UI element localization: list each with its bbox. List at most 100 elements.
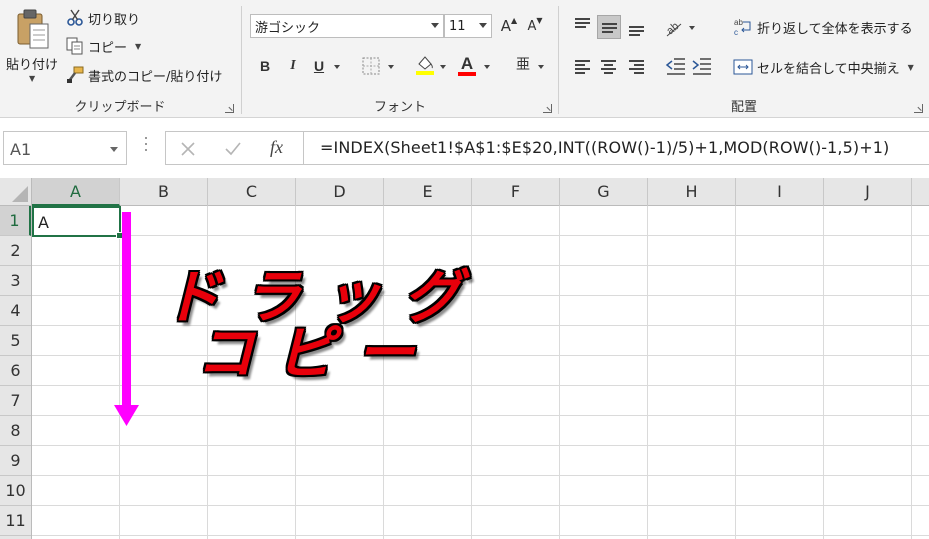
svg-text:ab: ab [734,18,743,27]
grid-row-line [32,415,929,416]
enter-icon[interactable] [224,141,242,157]
row-header-4[interactable]: 4 [0,296,31,326]
dialog-launcher-icon[interactable] [225,104,234,113]
shrink-font-button[interactable]: A ▼ [524,14,546,38]
italic-label: I [290,58,296,73]
format-painter-label: 書式のコピー/貼り付け [88,69,223,85]
grid-column-line [471,206,472,539]
column-header-c[interactable]: C [208,178,296,206]
align-left-button[interactable] [571,54,595,78]
wrap-text-label: 折り返して全体を表示する [757,21,913,37]
font-size-value: 11 [449,18,466,34]
column-header-f[interactable]: F [472,178,560,206]
top-align-button[interactable] [571,15,595,39]
phonetic-button[interactable]: 亜 [512,54,534,78]
select-all-button[interactable] [0,178,32,206]
column-header-d[interactable]: D [296,178,384,206]
font-group: 游ゴシック 11 A ▲ A ▼ B I U A 亜 フォント [242,0,558,118]
alignment-group-label: 配置 [730,100,757,115]
copy-label: コピー [88,40,128,56]
alignment-group: ab ab c 折り返して全体を表示する セルを結合して中央揃え ▼ 配置 [559,0,929,118]
column-header-i[interactable]: I [736,178,824,206]
border-icon[interactable] [362,57,380,75]
fill-color-icon[interactable] [414,54,436,76]
row-header-10[interactable]: 10 [0,476,31,506]
middle-align-button[interactable] [597,15,621,39]
merge-center-label: セルを結合して中央揃え [757,61,900,77]
column-header-e[interactable]: E [384,178,472,206]
copy-icon [66,37,83,55]
paintbrush-icon [67,66,84,83]
row-header-11[interactable]: 11 [0,506,31,536]
row-header-6[interactable]: 6 [0,356,31,386]
decrease-indent-icon[interactable] [665,55,687,77]
grid-column-line [383,206,384,539]
underline-label: U [313,58,325,74]
row-header-8[interactable]: 8 [0,416,31,446]
column-header-g[interactable]: G [560,178,648,206]
fill-handle[interactable] [116,232,123,239]
column-header-a[interactable]: A [32,178,120,206]
row-header-1[interactable]: 1 [0,206,31,236]
font-size-select[interactable]: 11 [444,14,492,38]
grip-icon[interactable] [145,137,148,157]
row-header-7[interactable]: 7 [0,386,31,416]
chevron-down-icon[interactable]: ▼ [29,74,35,83]
increase-indent-icon[interactable] [691,55,713,77]
grid-column-line [823,206,824,539]
chevron-down-icon [431,23,439,28]
clipboard-group-label: クリップボード [74,100,166,115]
chevron-down-icon[interactable] [689,26,695,30]
chevron-down-icon[interactable] [484,65,490,69]
font-group-label: フォント [373,100,426,115]
chevron-down-icon[interactable] [334,65,340,69]
paste-button[interactable]: 貼り付け ▼ [4,4,60,88]
active-cell-a1[interactable]: A [32,206,121,237]
align-center-button[interactable] [597,54,621,78]
grid-column-line [559,206,560,539]
cell-area[interactable]: A [32,206,929,539]
font-color-button[interactable]: A [456,54,478,78]
wrap-text-icon: ab c [734,18,751,37]
copy-button[interactable]: コピー ▼ [66,35,141,57]
column-header-h[interactable]: H [648,178,736,206]
bold-label: B [259,58,271,74]
italic-button[interactable]: I [282,54,304,78]
format-painter-button[interactable]: 書式のコピー/貼り付け [66,64,222,86]
align-right-button[interactable] [625,54,649,78]
grid-column-line [647,206,648,539]
row-header-5[interactable]: 5 [0,326,31,356]
bold-button[interactable]: B [254,54,276,78]
chevron-down-icon[interactable]: ▼ [908,63,914,72]
ribbon: 貼り付け ▼ 切り取り コピー ▼ 書式のコピー/貼り付け クリップボード 游ゴ… [0,0,929,118]
dialog-launcher-icon[interactable] [543,104,552,113]
chevron-down-icon[interactable] [440,65,446,69]
orientation-icon[interactable]: ab [663,16,685,38]
cancel-icon[interactable] [180,141,196,157]
column-header-b[interactable]: B [120,178,208,206]
bottom-align-button[interactable] [625,15,649,39]
name-box[interactable]: A1 [3,131,127,165]
cut-button[interactable]: 切り取り [66,7,140,29]
grow-font-button[interactable]: A ▲ [498,14,520,38]
wrap-text-button[interactable]: ab c 折り返して全体を表示する [733,15,913,39]
row-header-3[interactable]: 3 [0,266,31,296]
chevron-down-icon[interactable] [110,147,118,152]
grid-row-line [32,295,929,296]
chevron-down-icon[interactable] [388,65,394,69]
row-header-2[interactable]: 2 [0,236,31,266]
merge-center-button[interactable]: セルを結合して中央揃え ▼ [733,55,914,79]
font-name-select[interactable]: 游ゴシック [250,14,444,38]
formula-input[interactable]: =INDEX(Sheet1!$A$1:$E$20,INT((ROW()-1)/5… [303,131,929,165]
formula-text: =INDEX(Sheet1!$A$1:$E$20,INT((ROW()-1)/5… [320,138,890,157]
dialog-launcher-icon[interactable] [914,104,923,113]
column-header-j[interactable]: J [824,178,912,206]
grid-row-line [32,355,929,356]
chevron-down-icon[interactable] [538,65,544,69]
row-header-9[interactable]: 9 [0,446,31,476]
insert-function-icon[interactable]: fx [270,137,283,158]
grid-row-line [32,445,929,446]
underline-button[interactable]: U [308,54,330,78]
grid-row-line [32,385,929,386]
chevron-down-icon[interactable]: ▼ [135,42,141,51]
